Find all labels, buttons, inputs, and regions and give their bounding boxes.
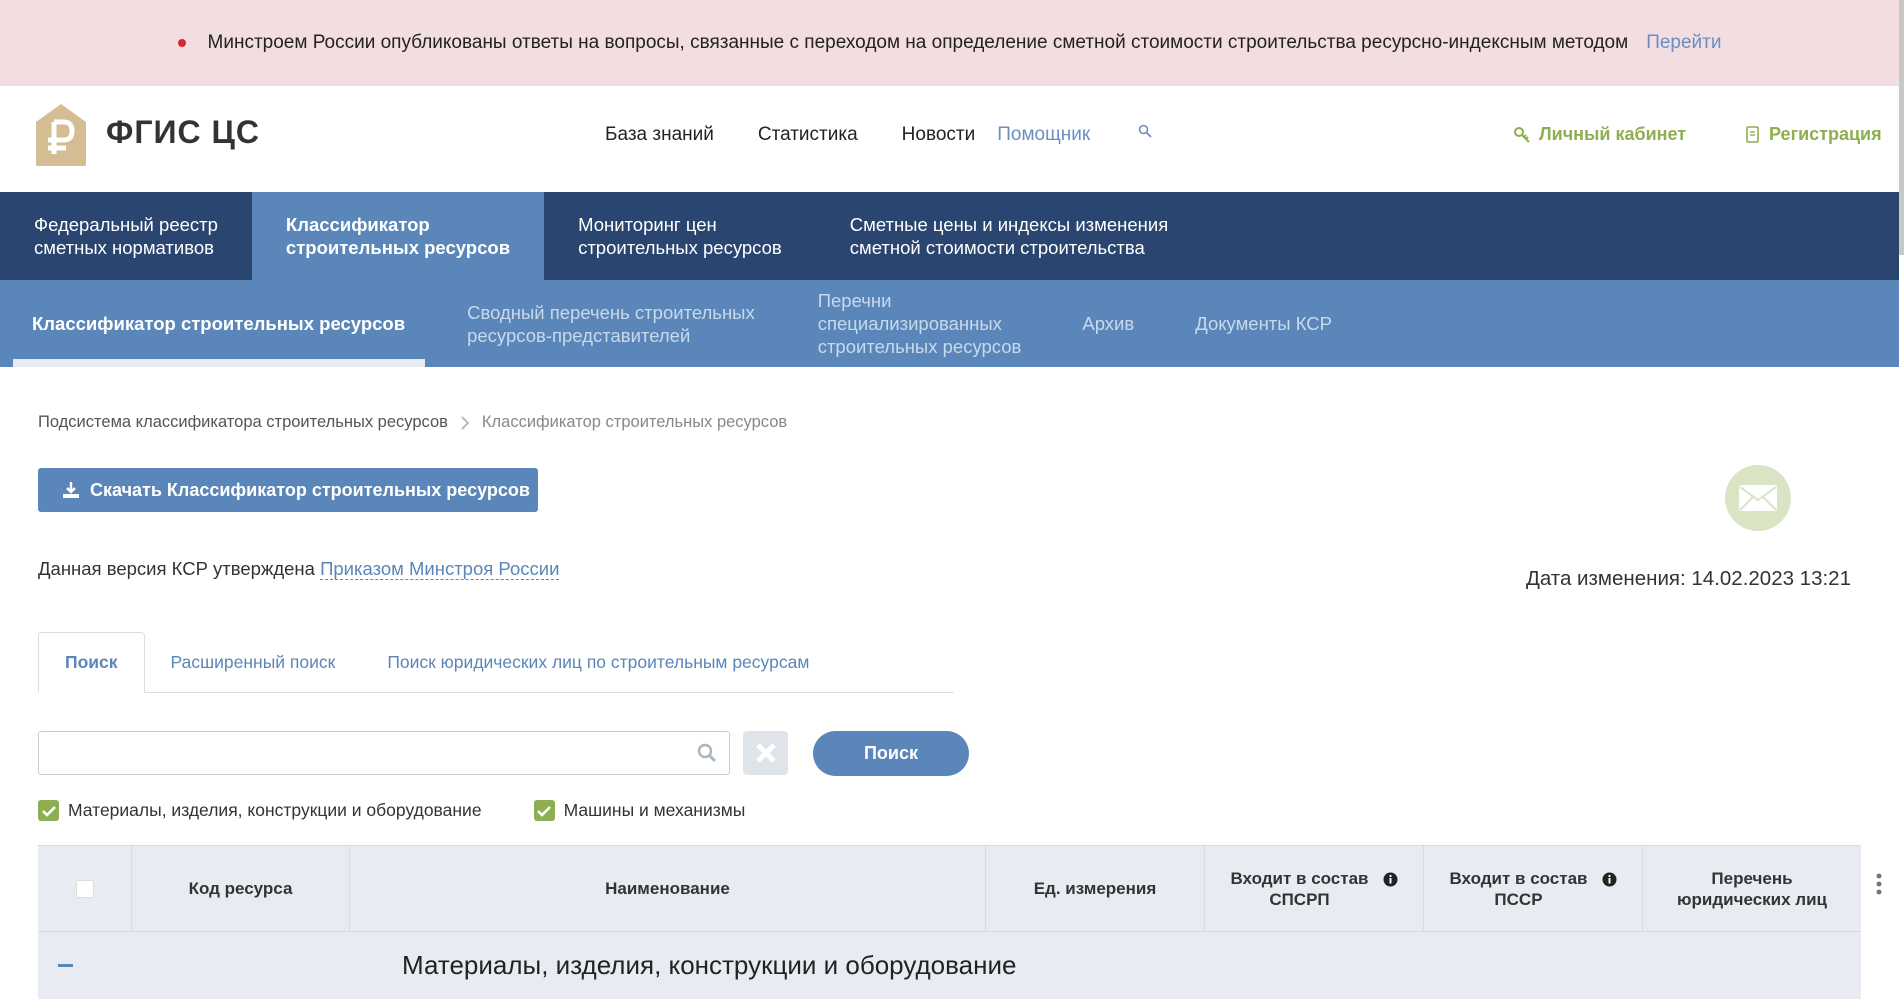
header-label: Входит в состав <box>1230 868 1369 888</box>
collapse-icon[interactable] <box>58 964 73 967</box>
sub-nav-label: Сводный перечень строительных <box>467 301 755 323</box>
tab-advanced-search[interactable]: Расширенный поиск <box>145 632 362 693</box>
resources-table: Код ресурса Наименование Ед. измерения В… <box>38 845 1861 999</box>
ruble-house-logo-icon[interactable] <box>34 102 88 168</box>
chevron-right-icon <box>461 415 470 430</box>
sub-nav-label: Классификатор строительных ресурсов <box>32 313 406 334</box>
tab-legal-entities-search[interactable]: Поиск юридических лиц по строительным ре… <box>361 632 835 693</box>
main-nav-price-monitoring[interactable]: Мониторинг цен строительных ресурсов <box>544 192 816 280</box>
main-nav-estimated-prices[interactable]: Сметные цены и индексы изменения сметной … <box>816 192 1203 280</box>
main-nav-federal-registry[interactable]: Федеральный реестр сметных нормативов <box>0 192 252 280</box>
download-classifier-button[interactable]: Скачать Классификатор строительных ресур… <box>38 468 538 512</box>
tab-search[interactable]: Поиск <box>38 632 145 693</box>
close-icon <box>755 743 776 763</box>
checkbox-checked-icon[interactable] <box>533 800 555 821</box>
sub-nav-classifier[interactable]: Классификатор строительных ресурсов <box>0 280 426 367</box>
account-link[interactable]: Личный кабинет <box>1513 124 1686 145</box>
header-legal-entities[interactable]: Перечень юридических лиц <box>1643 846 1861 931</box>
breadcrumb-current: Классификатор строительных ресурсов <box>481 413 788 431</box>
header-name[interactable]: Наименование <box>350 846 986 931</box>
filter-materials[interactable]: Материалы, изделия, конструкции и оборуд… <box>38 800 482 821</box>
download-label: Скачать Классификатор строительных ресур… <box>90 479 530 500</box>
breadcrumb: Подсистема классификатора строительных р… <box>38 413 787 432</box>
header-code[interactable]: Код ресурса <box>132 846 350 931</box>
sub-nav-label: Перечни <box>817 290 892 311</box>
search-button[interactable]: Поиск <box>813 731 969 776</box>
header-select-all <box>38 846 132 931</box>
main-nav-label: Классификатор <box>285 214 430 235</box>
approval-prefix: Данная версия КСР утверждена <box>38 558 315 579</box>
register-link[interactable]: Регистрация <box>1745 124 1882 145</box>
header-label: ПССР <box>1494 889 1543 909</box>
announcement-bar: Минстроем России опубликованы ответы на … <box>0 0 1899 86</box>
sub-nav: Классификатор строительных ресурсов Свод… <box>0 280 1899 367</box>
main-nav-label: Сметные цены и индексы изменения <box>849 214 1169 235</box>
order-link[interactable]: Приказом Минстроя России <box>320 558 560 580</box>
breadcrumb-parent[interactable]: Подсистема классификатора строительных р… <box>38 413 448 432</box>
page-scrollbar[interactable] <box>1899 0 1904 255</box>
nav-helper[interactable]: Помощник <box>997 124 1090 146</box>
filter-label: Машины и механизмы <box>563 800 746 820</box>
change-date: Дата изменения: 14.02.2023 13:21 <box>1525 567 1851 590</box>
top-nav: База знаний Статистика Новости Помощник <box>605 124 1152 146</box>
info-icon[interactable] <box>1383 872 1398 887</box>
sub-nav-label: строительных ресурсов <box>817 336 1022 357</box>
search-icon[interactable] <box>697 743 717 763</box>
main-nav-label: Федеральный реестр <box>34 214 218 235</box>
approval-text: Данная версия КСР утверждена Приказом Ми… <box>38 558 560 580</box>
header-label: Входит в состав <box>1449 868 1588 888</box>
main-nav-label: строительных ресурсов <box>285 237 511 258</box>
key-icon <box>1514 126 1530 143</box>
search-icon[interactable] <box>1138 124 1152 138</box>
brand-title[interactable]: ФГИС ЦС <box>106 114 260 151</box>
sub-nav-label: Архив <box>1082 313 1135 334</box>
search-tabs: Поиск Расширенный поиск Поиск юридически… <box>38 632 954 693</box>
site-header: ФГИС ЦС База знаний Статистика Новости П… <box>0 86 1899 192</box>
select-all-checkbox[interactable] <box>75 879 94 898</box>
clear-search-button[interactable] <box>743 731 788 775</box>
nav-knowledge-base[interactable]: База знаний <box>605 124 714 146</box>
sub-nav-summary-list[interactable]: Сводный перечень строительных ресурсов-пр… <box>425 280 786 367</box>
filter-checkboxes: Материалы, изделия, конструкции и оборуд… <box>38 800 797 821</box>
column-menu-icon[interactable] <box>1876 873 1882 895</box>
document-edit-icon <box>1746 125 1759 143</box>
announcement-text: Минстроем России опубликованы ответы на … <box>207 32 1629 53</box>
header-label: юридических лиц <box>1677 889 1827 909</box>
table-group-row[interactable]: Материалы, изделия, конструкции и оборуд… <box>38 931 1861 999</box>
sub-nav-specialized-lists[interactable]: Перечни специализированных строительных ре… <box>786 280 1053 367</box>
download-icon <box>63 482 79 498</box>
header-label: Перечень <box>1711 868 1793 888</box>
filter-label: Материалы, изделия, конструкции и оборуд… <box>68 800 482 820</box>
envelope-icon <box>1739 485 1777 511</box>
header-label: СПСРП <box>1269 889 1330 909</box>
sub-nav-label: специализированных <box>817 313 1002 334</box>
info-icon[interactable] <box>1602 872 1617 887</box>
group-title: Материалы, изделия, конструкции и оборуд… <box>402 950 1017 980</box>
sub-nav-label: Документы КСР <box>1195 313 1332 334</box>
sub-nav-archive[interactable]: Архив <box>1052 280 1164 367</box>
page: Минстроем России опубликованы ответы на … <box>0 0 1904 1005</box>
sub-nav-label: ресурсов-представителей <box>467 324 691 346</box>
checkbox-checked-icon[interactable] <box>38 800 59 821</box>
table-header: Код ресурса Наименование Ед. измерения В… <box>38 845 1861 931</box>
nav-statistics[interactable]: Статистика <box>758 124 858 146</box>
bullet-icon <box>177 39 186 47</box>
feedback-mail-button[interactable] <box>1725 465 1791 531</box>
account-label: Личный кабинет <box>1539 124 1687 144</box>
sub-nav-ksr-documents[interactable]: Документы КСР <box>1164 280 1363 367</box>
search-input[interactable] <box>38 731 730 775</box>
header-pssr[interactable]: Входит в состав ПССР <box>1424 846 1643 931</box>
header-spsrp[interactable]: Входит в состав СПСРП <box>1205 846 1424 931</box>
main-nav-label: сметных нормативов <box>34 237 214 258</box>
announcement-link[interactable]: Перейти <box>1646 32 1721 54</box>
main-nav-label: сметной стоимости строительства <box>849 237 1145 258</box>
filter-machines[interactable]: Машины и механизмы <box>533 800 746 821</box>
header-unit[interactable]: Ед. измерения <box>986 846 1205 931</box>
main-nav: Федеральный реестр сметных нормативов Кла… <box>0 192 1899 280</box>
main-nav-classifier[interactable]: Классификатор строительных ресурсов <box>251 192 545 280</box>
main-nav-label: строительных ресурсов <box>578 237 782 258</box>
nav-news[interactable]: Новости <box>902 124 976 146</box>
main-nav-label: Мониторинг цен <box>578 214 717 235</box>
register-label: Регистрация <box>1769 124 1882 144</box>
